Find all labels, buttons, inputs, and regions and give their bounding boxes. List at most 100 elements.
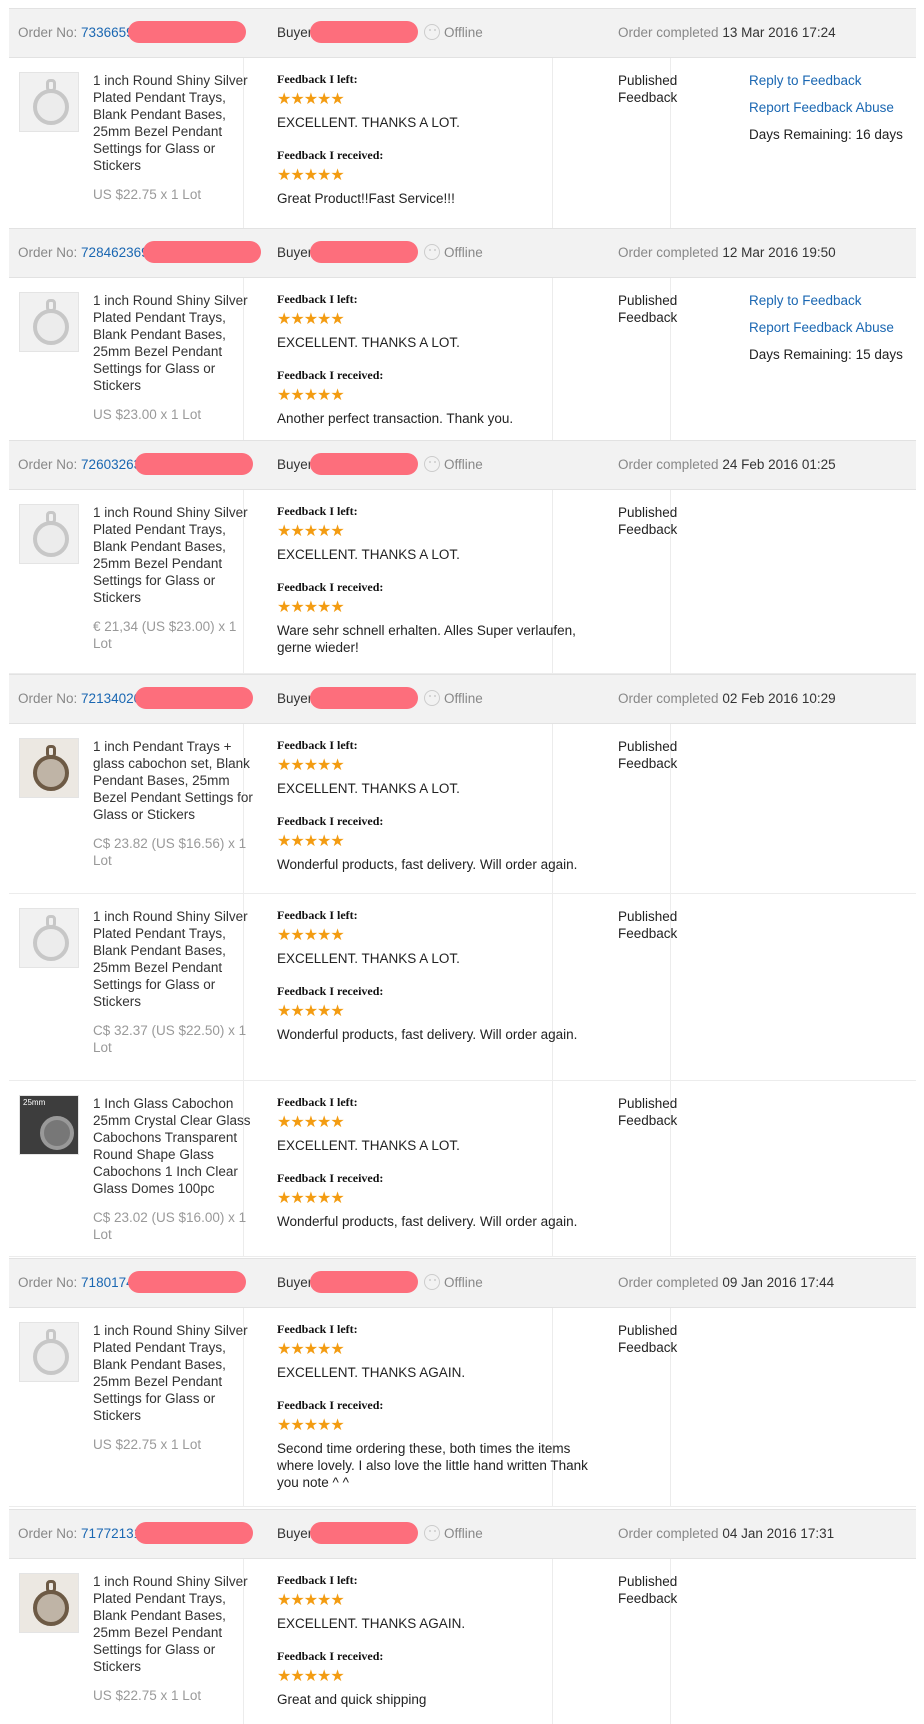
feedback-left-label: Feedback I left: <box>277 1573 358 1587</box>
product-title-link[interactable]: 1 inch Round Shiny Silver Plated Pendant… <box>93 1573 253 1675</box>
redacted-buyer-name <box>310 1271 419 1294</box>
reply-to-feedback-link[interactable]: Reply to Feedback <box>749 67 903 94</box>
pendant-tray <box>33 89 69 125</box>
feedback-status: Published Feedback <box>618 1096 678 1128</box>
offline-status-label: Offline <box>444 25 483 40</box>
order-completed-date: 02 Feb 2016 10:29 <box>722 691 836 706</box>
product-title-link[interactable]: 1 inch Round Shiny Silver Plated Pendant… <box>93 908 253 1010</box>
product-thumbnail[interactable] <box>19 504 79 564</box>
feedback-received-label: Feedback I received: <box>277 580 384 594</box>
offline-status-label: Offline <box>444 691 483 706</box>
product-price: US $22.75 x 1 Lot <box>93 1437 202 1452</box>
order-number-cell: Order No: 728462369 <box>18 229 261 277</box>
feedback-status: Published Feedback <box>618 293 678 325</box>
order-completed-cell: Order completed 24 Feb 2016 01:25 <box>618 441 836 489</box>
buyer-cell: Buyer: Offline <box>277 675 483 723</box>
product-thumbnail[interactable] <box>19 1322 79 1382</box>
order-number-link[interactable]: 71772131 <box>81 1526 141 1541</box>
feedback-left-stars: ★★★★★ <box>277 1592 345 1609</box>
offline-status-icon <box>424 690 441 707</box>
feedback-received-label: Feedback I received: <box>277 368 384 382</box>
feedback-received-text: Great Product!!Fast Service!!! <box>277 191 455 206</box>
feedback-page: Order No: 7336659 Buyer: Offline Order comp… <box>0 0 924 1724</box>
order-number-link[interactable]: 7336659 <box>81 25 134 40</box>
order-no-label: Order No: <box>18 1275 78 1290</box>
feedback-left-label: Feedback I left: <box>277 1095 358 1109</box>
feedback-received-label: Feedback I received: <box>277 1398 384 1412</box>
feedback-left-text: EXCELLENT. THANKS AGAIN. <box>277 1365 466 1380</box>
product-price: US $23.00 x 1 Lot <box>93 407 202 422</box>
order-item-row: 1 inch Round Shiny Silver Plated Pendant… <box>9 1559 916 1724</box>
product-title-link[interactable]: 1 inch Pendant Trays + glass cabochon se… <box>93 738 253 823</box>
days-remaining-label: Days Remaining: <box>749 347 852 362</box>
order-no-label: Order No: <box>18 245 78 260</box>
feedback-left-text: EXCELLENT. THANKS A LOT. <box>277 547 460 562</box>
feedback-left-text: EXCELLENT. THANKS A LOT. <box>277 951 460 966</box>
pendant-tray <box>33 309 69 345</box>
report-feedback-abuse-link[interactable]: Report Feedback Abuse <box>749 314 903 341</box>
feedback-left-stars: ★★★★★ <box>277 927 345 944</box>
feedback-left-label: Feedback I left: <box>277 1322 358 1336</box>
feedback-received-text: Wonderful products, fast delivery. Will … <box>277 1214 578 1229</box>
product-title-link[interactable]: 1 Inch Glass Cabochon 25mm Crystal Clear… <box>93 1095 253 1197</box>
order-completed-date: 24 Feb 2016 01:25 <box>722 457 836 472</box>
thumbnail-size-tag: 25mm <box>23 1098 46 1107</box>
order-number-link[interactable]: 7180174 <box>81 1275 134 1290</box>
redacted-order-number <box>127 21 246 44</box>
product-thumbnail[interactable] <box>19 738 79 798</box>
product-thumbnail[interactable]: 25mm <box>19 1095 79 1155</box>
feedback-column: Feedback I left: ★★★★★ EXCELLENT. THANKS A… <box>277 1322 607 1491</box>
order-number-cell: Order No: 71772131 <box>18 1510 254 1558</box>
order-number-link[interactable]: 72603263 <box>81 457 141 472</box>
offline-status-icon <box>424 1274 441 1291</box>
product-thumbnail[interactable] <box>19 908 79 968</box>
offline-status-label: Offline <box>444 457 483 472</box>
feedback-received-stars: ★★★★★ <box>277 1190 345 1207</box>
feedback-left-text: EXCELLENT. THANKS AGAIN. <box>277 1616 466 1631</box>
product-price: C$ 32.37 (US $22.50) x 1 Lot <box>93 1023 247 1055</box>
order-no-label: Order No: <box>18 691 78 706</box>
product-thumbnail[interactable] <box>19 72 79 132</box>
report-feedback-abuse-link[interactable]: Report Feedback Abuse <box>749 94 903 121</box>
product-title-link[interactable]: 1 inch Round Shiny Silver Plated Pendant… <box>93 292 253 394</box>
order-no-label: Order No: <box>18 1526 78 1541</box>
feedback-column: Feedback I left: ★★★★★ EXCELLENT. THANKS A… <box>277 1573 607 1708</box>
product-thumbnail[interactable] <box>19 1573 79 1633</box>
product-title-link[interactable]: 1 inch Round Shiny Silver Plated Pendant… <box>93 1322 253 1424</box>
product-title-link[interactable]: 1 inch Round Shiny Silver Plated Pendant… <box>93 504 253 606</box>
order-number-link[interactable]: 728462369 <box>81 245 149 260</box>
order-number-cell: Order No: 7336659 <box>18 9 246 57</box>
redacted-buyer-name <box>310 21 419 44</box>
order-completed-label: Order completed <box>618 691 719 706</box>
product-title-link[interactable]: 1 inch Round Shiny Silver Plated Pendant… <box>93 72 253 174</box>
order-completed-date: 12 Mar 2016 19:50 <box>722 245 836 260</box>
buyer-cell: Buyer: Offline <box>277 229 483 277</box>
reply-to-feedback-link[interactable]: Reply to Feedback <box>749 287 903 314</box>
feedback-received-stars: ★★★★★ <box>277 1668 345 1685</box>
feedback-status: Published Feedback <box>618 909 678 941</box>
redacted-buyer-name <box>310 241 419 264</box>
order-item-row: 25mm 1 Inch Glass Cabochon 25mm Crystal C… <box>9 1081 916 1257</box>
pendant-tray <box>33 521 69 557</box>
product-thumbnail[interactable] <box>19 292 79 352</box>
feedback-status: Published Feedback <box>618 505 678 537</box>
product-price: € 21,34 (US $23.00) x 1 Lot <box>93 619 237 651</box>
buyer-cell: Buyer: Offline <box>277 1510 483 1558</box>
feedback-left-text: EXCELLENT. THANKS A LOT. <box>277 335 460 350</box>
offline-status-icon <box>424 1525 441 1542</box>
feedback-status: Published Feedback <box>618 1323 678 1355</box>
order-header: Order No: 72134020 Buyer: Offline Order com… <box>9 674 916 724</box>
offline-status-icon <box>424 24 441 41</box>
order-number-link[interactable]: 72134020 <box>81 691 141 706</box>
days-remaining-label: Days Remaining: <box>749 127 852 142</box>
order-number-cell: Order No: 7180174 <box>18 1259 246 1307</box>
product-price: US $22.75 x 1 Lot <box>93 187 202 202</box>
feedback-left-stars: ★★★★★ <box>277 311 345 328</box>
order-header: Order No: 71772131 Buyer: Offline Order com… <box>9 1509 916 1559</box>
feedback-received-stars: ★★★★★ <box>277 599 345 616</box>
product-price: C$ 23.82 (US $16.56) x 1 Lot <box>93 836 247 868</box>
feedback-received-text: Ware sehr schnell erhalten. Alles Super … <box>277 623 576 655</box>
feedback-column: Feedback I left: ★★★★★ EXCELLENT. THANKS A… <box>277 908 607 1043</box>
feedback-received-label: Feedback I received: <box>277 1649 384 1663</box>
feedback-column: Feedback I left: ★★★★★ EXCELLENT. THANKS A… <box>277 292 607 427</box>
